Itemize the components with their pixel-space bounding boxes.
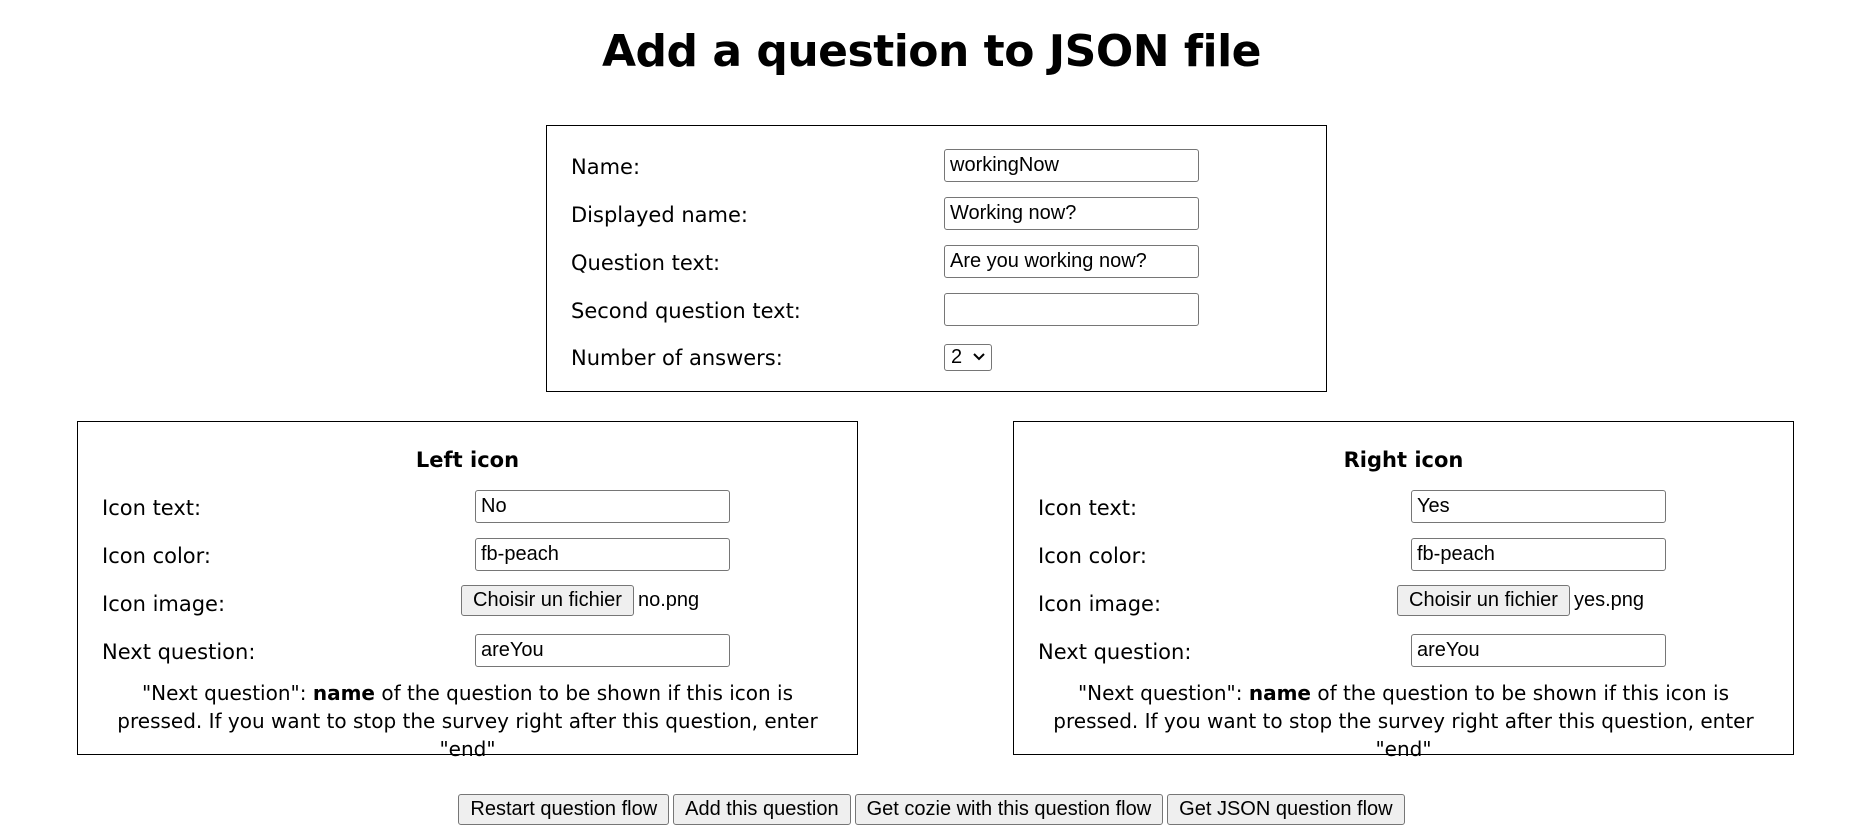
left-next-question-row: Next question: [78, 634, 857, 668]
displayed-name-label: Displayed name: [571, 203, 748, 227]
displayed-name-input[interactable] [944, 197, 1199, 230]
answers-select[interactable]: 2 [944, 344, 992, 371]
restart-question-flow-button[interactable]: Restart question flow [458, 794, 670, 825]
right-next-question-input[interactable] [1411, 634, 1666, 667]
right-icon-text-input[interactable] [1411, 490, 1666, 523]
left-next-question-help: "Next question": name of the question to… [102, 679, 833, 763]
right-icon-color-input[interactable] [1411, 538, 1666, 571]
left-icon-color-label: Icon color: [102, 544, 211, 568]
left-icon-text-label: Icon text: [102, 496, 202, 520]
second-question-label: Second question text: [571, 299, 801, 323]
left-next-question-label: Next question: [102, 640, 256, 664]
left-icon-image-label: Icon image: [102, 592, 226, 616]
right-icon-panel: Right icon Icon text: Icon color: Icon i… [1013, 421, 1794, 761]
question-text-input[interactable] [944, 245, 1199, 278]
left-icon-text-row: Icon text: [78, 490, 857, 524]
right-help-bold: name [1248, 681, 1311, 705]
left-next-question-input[interactable] [475, 634, 730, 667]
get-json-button[interactable]: Get JSON question flow [1167, 794, 1405, 825]
second-question-row: Second question text: [547, 293, 1326, 327]
page-title: Add a question to JSON file [601, 26, 1262, 77]
name-row: Name: [547, 149, 1326, 183]
right-icon-image-row: Icon image: Choisir un fichier yes.png [1014, 585, 1793, 624]
right-icon-text-label: Icon text: [1038, 496, 1138, 520]
left-help-bold: name [312, 681, 375, 705]
displayed-name-row: Displayed name: [547, 197, 1326, 231]
right-help-prefix: "Next question": [1077, 681, 1249, 705]
right-icon-title: Right icon [1343, 448, 1464, 472]
left-icon-color-input[interactable] [475, 538, 730, 571]
right-choose-file-button[interactable]: Choisir un fichier [1397, 585, 1570, 616]
right-icon-image-label: Icon image: [1038, 592, 1162, 616]
left-icon-text-input[interactable] [475, 490, 730, 523]
left-choose-file-button[interactable]: Choisir un fichier [461, 585, 634, 616]
left-icon-color-row: Icon color: [78, 538, 857, 572]
add-question-button[interactable]: Add this question [673, 794, 851, 825]
left-icon-title: Left icon [415, 448, 520, 472]
get-cozie-button[interactable]: Get cozie with this question flow [854, 794, 1164, 825]
second-question-input[interactable] [944, 293, 1199, 326]
right-icon-color-row: Icon color: [1014, 538, 1793, 572]
question-text-row: Question text: [547, 245, 1326, 279]
right-icon-color-label: Icon color: [1038, 544, 1147, 568]
name-label: Name: [571, 155, 641, 179]
right-next-question-help: "Next question": name of the question to… [1038, 679, 1769, 763]
answers-select-value: 2 [951, 346, 963, 368]
left-icon-image-row: Icon image: Choisir un fichier no.png [78, 585, 857, 624]
right-icon-text-row: Icon text: [1014, 490, 1793, 524]
general-question-panel: Name: Displayed name: Question text: Sec… [546, 125, 1327, 392]
left-icon-panel: Left icon Icon text: Icon color: Icon im… [77, 421, 858, 761]
right-next-question-row: Next question: [1014, 634, 1793, 668]
left-help-prefix: "Next question": [141, 681, 313, 705]
left-file-name: no.png [637, 589, 700, 611]
answers-label: Number of answers: [571, 346, 783, 370]
name-input[interactable] [944, 149, 1199, 182]
chevron-down-icon [973, 353, 985, 361]
right-next-question-label: Next question: [1038, 640, 1192, 664]
answers-row: Number of answers: 2 [547, 344, 1326, 378]
action-bar: Restart question flow Add this question … [0, 794, 1863, 825]
right-file-name: yes.png [1573, 589, 1645, 611]
question-text-label: Question text: [571, 251, 721, 275]
